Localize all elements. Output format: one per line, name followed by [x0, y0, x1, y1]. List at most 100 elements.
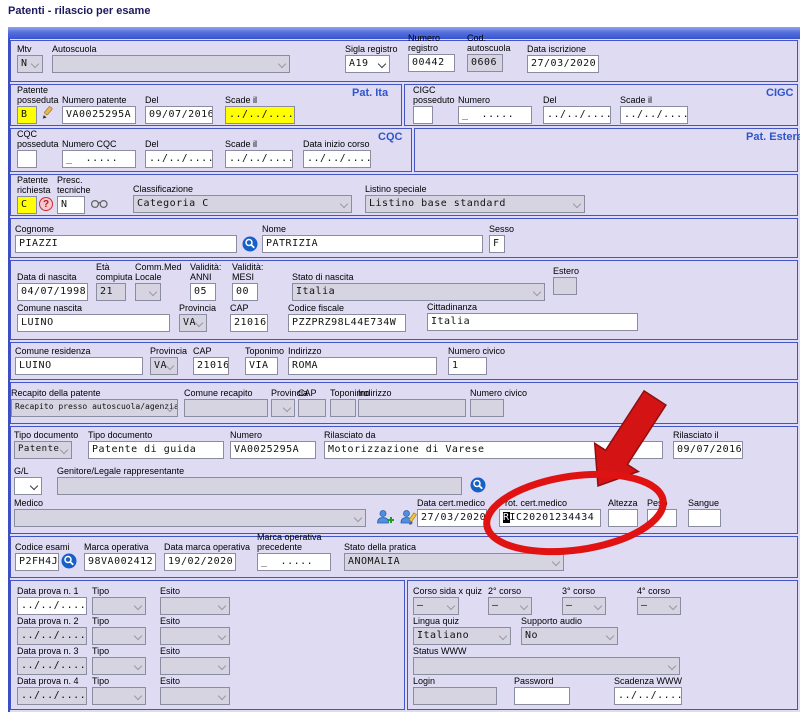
listino-speciale-select[interactable]: Listino base standard [365, 195, 585, 213]
patente-richiesta-input[interactable]: C [17, 196, 37, 214]
presc-tecniche-input[interactable]: N [57, 196, 85, 214]
prot-cert-medico-input[interactable]: RIC20201234434 [499, 509, 601, 527]
esito-prova-4-field: Esito [160, 676, 230, 705]
classificazione-select[interactable]: Categoria C [133, 195, 352, 213]
sigla-registro-select[interactable]: A19 [345, 55, 390, 73]
chevron-down-icon [354, 514, 362, 522]
rilasciato-il-input[interactable]: 09/07/2016 [673, 441, 743, 459]
esito-prova-4-select [160, 687, 230, 705]
data-prova-1-input[interactable]: ../../.... [17, 597, 87, 615]
chevron-down-icon [60, 446, 68, 454]
provincia-residenza-select[interactable]: VA [150, 357, 178, 375]
patente-scade-input[interactable]: ../../.... [225, 106, 295, 124]
lingua-quiz-select[interactable]: Italiano [413, 627, 511, 645]
chevron-down-icon [606, 632, 614, 640]
tipo-documento-input[interactable]: Patente di guida [88, 441, 224, 459]
civico-recapito-input [470, 399, 504, 417]
provincia-nascita-select[interactable]: VA [179, 314, 207, 332]
numero-registro-input[interactable]: 00442 [408, 54, 455, 72]
cigc-del-input[interactable]: ../../.... [543, 106, 611, 124]
pencil-icon[interactable] [41, 106, 54, 119]
password-input[interactable] [514, 687, 570, 705]
patente-del-label: Del [145, 95, 213, 105]
cap-nascita-input[interactable]: 21016 [230, 314, 268, 332]
tipo-documento-select[interactable]: Patente [14, 441, 72, 459]
patente-del-input[interactable]: 09/07/2016 [145, 106, 213, 124]
cqc-data-inizio-field: Data inizio corso ../../.... [303, 139, 371, 168]
sesso-input[interactable]: F [489, 235, 505, 253]
civico-recapito-label: Numero civico [470, 388, 527, 398]
cigc-posseduto-input[interactable] [413, 106, 433, 124]
tipo-prova-4-select [92, 687, 146, 705]
patente-posseduta-input[interactable]: B [17, 106, 37, 124]
mtv-select[interactable]: N [17, 55, 43, 73]
chevron-down-icon [499, 632, 507, 640]
validita-anni-input[interactable]: 05 [190, 283, 216, 301]
toponimo-input[interactable]: VIA [245, 357, 278, 375]
supporto-audio-select[interactable]: No [521, 627, 618, 645]
cittadinanza-input[interactable]: Italia [427, 313, 638, 331]
cigc-scade-label: Scade il [620, 95, 688, 105]
cigc-numero-input[interactable]: _ ..... [458, 106, 532, 124]
patente-scade-field: Scade il ../../.... [225, 95, 295, 124]
data-cert-medico-input[interactable]: 27/03/2020 [417, 509, 487, 527]
codice-esami-input[interactable]: P2FH4J [15, 553, 59, 571]
numero-civico-input[interactable]: 1 [448, 357, 487, 375]
autoscuola-select [52, 55, 290, 73]
cap-residenza-input[interactable]: 21016 [193, 357, 229, 375]
comune-residenza-input[interactable]: LUINO [15, 357, 143, 375]
cqc-section-label: CQC [378, 131, 402, 143]
medico-field: Medico [14, 498, 366, 527]
indirizzo-input[interactable]: ROMA [288, 357, 437, 375]
comune-residenza-label: Comune residenza [15, 346, 143, 356]
numero-documento-input[interactable]: VA0025295A [230, 441, 316, 459]
add-person-icon[interactable] [376, 509, 395, 525]
cqc-scade-input[interactable]: ../../.... [225, 150, 293, 168]
toponimo-recapito-input [330, 399, 356, 417]
cod-autoscuola-label: Cod. autoscuola [467, 33, 523, 53]
marca-precedente-input[interactable]: _ ..... [257, 553, 331, 571]
cigc-scade-field: Scade il ../../.... [620, 95, 688, 124]
indirizzo-field: Indirizzo ROMA [288, 346, 437, 375]
peso-label: Peso [647, 498, 677, 508]
login-label: Login [413, 676, 497, 686]
numero-patente-input[interactable]: VA0025295A [62, 106, 136, 124]
chevron-down-icon [447, 602, 455, 610]
search-icon[interactable] [61, 553, 77, 569]
data-nascita-input[interactable]: 04/07/1998 [17, 283, 88, 301]
altezza-input[interactable] [608, 509, 638, 527]
cigc-scade-input[interactable]: ../../.... [620, 106, 688, 124]
autoscuola-field: Autoscuola [52, 44, 290, 73]
tipo-documento-label: Tipo documento [88, 430, 224, 440]
search-icon[interactable] [242, 236, 258, 252]
scadenza-www-field: Scadenza WWW ../../.... [614, 676, 682, 705]
cognome-input[interactable]: PIAZZI [15, 235, 237, 253]
nome-input[interactable]: PATRIZIA [262, 235, 483, 253]
comune-nascita-input[interactable]: LUINO [17, 314, 170, 332]
search-icon[interactable] [470, 477, 486, 493]
cqc-del-input[interactable]: ../../.... [145, 150, 213, 168]
rilasciato-da-input[interactable]: Motorizzazione di Varese [324, 441, 663, 459]
cqc-data-inizio-input[interactable]: ../../.... [303, 150, 371, 168]
stato-pratica-select: ANOMALIA [344, 553, 564, 571]
data-iscrizione-input[interactable]: 27/03/2020 [527, 55, 599, 73]
data-prova-2-label: Data prova n. 2 [17, 616, 87, 626]
scadenza-www-input[interactable]: ../../.... [614, 687, 682, 705]
data-marca-operativa-input[interactable]: 19/02/2020 [164, 553, 236, 571]
gl-select[interactable] [14, 477, 42, 495]
status-www-label: Status WWW [413, 646, 680, 656]
marca-operativa-input[interactable]: 98VA002412 [84, 553, 156, 571]
cqc-posseduta-field: CQC posseduta [17, 129, 67, 168]
chevron-down-icon [378, 60, 386, 68]
peso-input[interactable] [647, 509, 677, 527]
corso-sida-select[interactable]: – [413, 597, 459, 615]
codice-fiscale-input[interactable]: PZZPRZ98L44E734W [288, 314, 406, 332]
cqc-numero-input[interactable]: _ ..... [62, 150, 136, 168]
tipo-prova-1-select [92, 597, 146, 615]
chevron-down-icon [594, 602, 602, 610]
status-www-select[interactable] [413, 657, 680, 675]
cqc-posseduta-label: CQC posseduta [17, 129, 67, 149]
validita-mesi-input[interactable]: 00 [232, 283, 258, 301]
cqc-posseduta-input[interactable] [17, 150, 37, 168]
sangue-input[interactable] [688, 509, 721, 527]
